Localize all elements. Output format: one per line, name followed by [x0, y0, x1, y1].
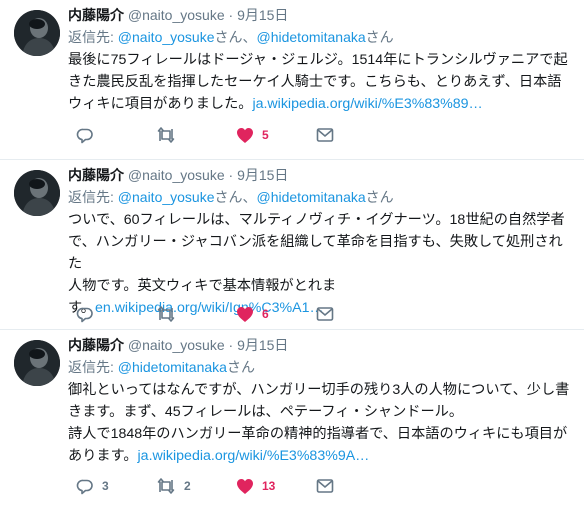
mention-suffix: さん [365, 29, 394, 45]
tweet-text: 御礼といってはなんですが、ハンガリー切手の残り3人の人物について、少し書 きます… [68, 379, 574, 467]
envelope-icon [316, 128, 334, 142]
reply-context: 返信先: @naito_yosukeさん、@hidetomitanakaさん [68, 28, 574, 46]
avatar[interactable] [14, 340, 60, 386]
tweet-text-line: 御礼といってはなんですが、ハンガリー切手の残り3人の人物について、少し書 [68, 382, 570, 398]
mention-link[interactable]: @hidetomitanaka [118, 359, 227, 375]
direct-message-button[interactable] [316, 304, 334, 324]
tweet-text-line: 詩人で1848年のハンガリー革命の精神的指導者で、日本語のウィキにも項目が [68, 426, 568, 442]
retweet-icon [157, 306, 175, 322]
separator-dot: · [228, 167, 234, 183]
reply-label: 返信先: [68, 29, 114, 45]
retweet-icon [157, 127, 175, 143]
tweet-text-line: あります。 [68, 448, 138, 464]
tweet-link[interactable]: ja.wikipedia.org/wiki/%E3%83%89… [252, 96, 482, 112]
reply-icon [76, 307, 93, 323]
tweet-text-line: で、ハンガリー・ジャコバン派を組織して革命を目指すも、失敗して処刑された [68, 234, 563, 272]
retweet-button[interactable] [156, 125, 184, 145]
envelope-icon [316, 307, 334, 321]
direct-message-button[interactable] [316, 476, 334, 496]
tweet-text-line: きた農民反乱を指揮したセーケイ人騎士です。こちらも、とりあえず、日本語 [68, 74, 562, 90]
separator-dot: · [228, 337, 234, 353]
reply-button[interactable] [76, 304, 102, 324]
retweet-button[interactable] [156, 304, 184, 324]
avatar[interactable] [14, 170, 60, 216]
like-count: 5 [262, 128, 269, 142]
reply-label: 返信先: [68, 189, 114, 205]
tweet-text: 最後に75フィレールはドージャ・ジェルジ。1514年にトランシルヴァニアで起 き… [68, 49, 574, 115]
tweet-link[interactable]: en.wikipedia.org/wiki/Ign%C3%A1… [95, 300, 324, 316]
tweet-header: 内藤陽介 @naito_yosuke · 9月15日 [68, 166, 574, 184]
tweet-text: ついで、60フィレールは、マルティノヴィチ・イグナーツ。18世紀の自然学者 で、… [68, 209, 574, 319]
reply-label: 返信先: [68, 359, 114, 375]
reply-count: 3 [102, 479, 109, 493]
tweet-link[interactable]: ja.wikipedia.org/wiki/%E3%83%9A… [138, 448, 370, 464]
like-count: 13 [262, 479, 276, 493]
tweet-header: 内藤陽介 @naito_yosuke · 9月15日 [68, 6, 574, 24]
like-button[interactable]: 6 [236, 304, 269, 324]
mention-suffix: さん [226, 359, 255, 375]
mention-suffix: さん、 [214, 29, 257, 45]
direct-message-button[interactable] [316, 125, 334, 145]
tweet-date[interactable]: 9月15日 [237, 167, 288, 183]
tweet[interactable]: 内藤陽介 @naito_yosuke · 9月15日 返信先: @hidetom… [0, 330, 584, 505]
tweet-text-line: ウィキに項目がありました。 [68, 96, 253, 112]
tweet-text-line: 最後に75フィレールはドージャ・ジェルジ。1514年にトランシルヴァニアで起 [68, 52, 568, 68]
retweet-count: 2 [184, 479, 191, 493]
avatar[interactable] [14, 10, 60, 56]
reply-button[interactable] [76, 125, 102, 145]
separator-dot: · [228, 7, 234, 23]
retweet-button[interactable]: 2 [156, 476, 191, 496]
mention-link[interactable]: @hidetomitanaka [257, 189, 366, 205]
author-handle[interactable]: @naito_yosuke [128, 7, 225, 23]
reply-button[interactable]: 3 [76, 476, 109, 496]
heart-icon [237, 127, 253, 143]
author-handle[interactable]: @naito_yosuke [128, 337, 225, 353]
mention-suffix: さん [365, 189, 394, 205]
mention-link[interactable]: @naito_yosuke [118, 29, 215, 45]
retweet-icon [157, 478, 175, 494]
tweet-text-line: きます。まず、45フィレールは、ペテーフィ・シャンドール。 [68, 404, 464, 420]
tweet[interactable]: 内藤陽介 @naito_yosuke · 9月15日 返信先: @naito_y… [0, 0, 584, 160]
reply-icon [76, 128, 93, 144]
tweet-date[interactable]: 9月15日 [237, 7, 288, 23]
mention-link[interactable]: @hidetomitanaka [257, 29, 366, 45]
like-button[interactable]: 5 [236, 125, 269, 145]
envelope-icon [316, 479, 334, 493]
mention-link[interactable]: @naito_yosuke [118, 189, 215, 205]
tweet-text-line: ついで、60フィレールは、マルティノヴィチ・イグナーツ。18世紀の自然学者 [68, 212, 565, 228]
tweet-text-line: 人物です。英文ウィキで基本情報がとれま [68, 278, 337, 294]
reply-context: 返信先: @naito_yosukeさん、@hidetomitanakaさん [68, 188, 574, 206]
tweet[interactable]: 内藤陽介 @naito_yosuke · 9月15日 返信先: @naito_y… [0, 160, 584, 330]
like-button[interactable]: 13 [236, 476, 275, 496]
heart-icon [237, 306, 253, 322]
tweet-feed: 内藤陽介 @naito_yosuke · 9月15日 返信先: @naito_y… [0, 0, 584, 505]
reply-context: 返信先: @hidetomitanakaさん [68, 358, 574, 376]
reply-icon [76, 479, 93, 495]
mention-suffix: さん、 [214, 189, 257, 205]
author-handle[interactable]: @naito_yosuke [128, 167, 225, 183]
author-name[interactable]: 内藤陽介 [68, 7, 124, 23]
tweet-header: 内藤陽介 @naito_yosuke · 9月15日 [68, 336, 574, 354]
tweet-date[interactable]: 9月15日 [237, 337, 288, 353]
like-count: 6 [262, 307, 269, 321]
author-name[interactable]: 内藤陽介 [68, 337, 124, 353]
author-name[interactable]: 内藤陽介 [68, 167, 124, 183]
heart-icon [237, 478, 253, 494]
